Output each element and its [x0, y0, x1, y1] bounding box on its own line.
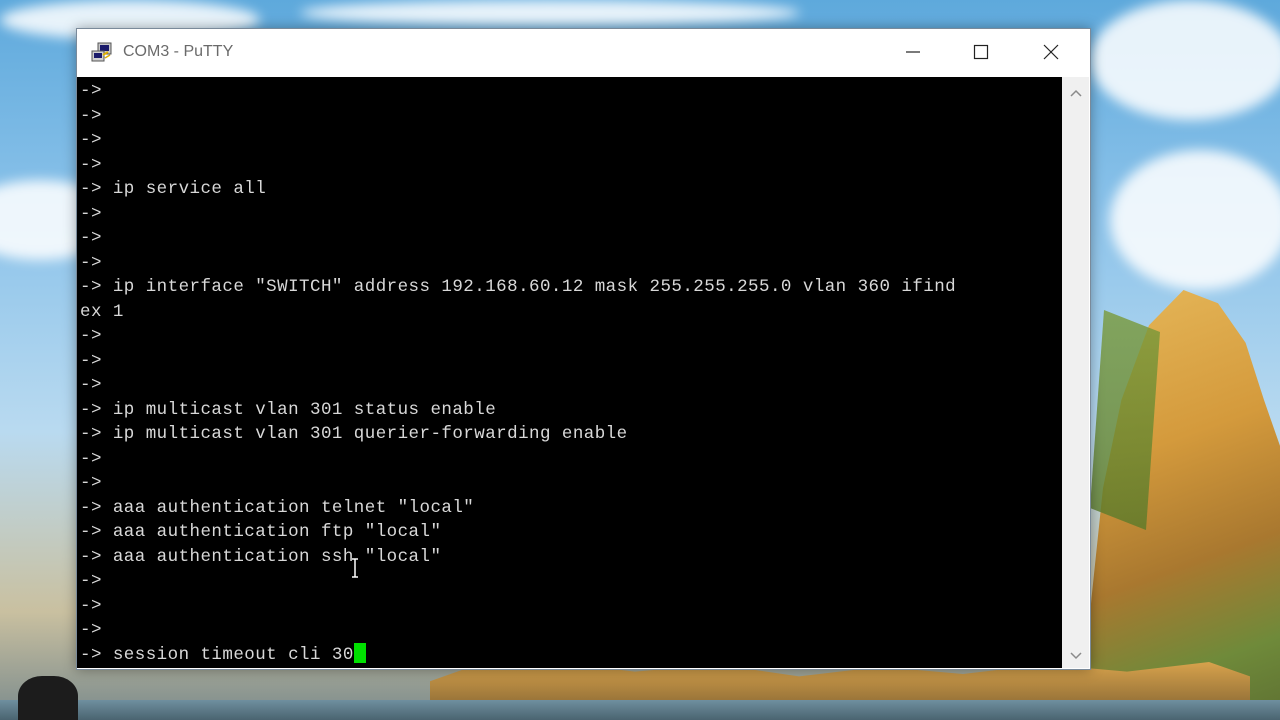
putty-icon[interactable]: [91, 42, 113, 64]
chevron-down-icon: [1069, 645, 1082, 664]
close-icon: [1043, 44, 1059, 60]
terminal-line: -> ip multicast vlan 301 status enable: [80, 399, 497, 420]
maximize-icon: [973, 44, 989, 60]
text-cursor-icon: [351, 558, 359, 578]
title-bar[interactable]: COM3 - PuTTY: [77, 29, 1090, 77]
sea: [0, 700, 1280, 720]
terminal-line: ->: [80, 571, 102, 591]
terminal-line: ex 1: [80, 301, 124, 322]
terminal-cursor: [353, 642, 366, 663]
terminal-area[interactable]: -> -> -> -> -> ip service all -> -> -> -> ip int…: [77, 77, 1062, 668]
scroll-down-button[interactable]: [1062, 640, 1089, 668]
terminal-line: -> aaa authentication ftp "local": [80, 522, 442, 542]
terminal-output: -> -> -> -> -> ip service all -> -> -> -> ip int…: [80, 79, 956, 667]
terminal-line: ->: [80, 350, 102, 371]
cloud: [1110, 150, 1280, 290]
terminal-line: ->: [80, 473, 102, 493]
minimize-icon: [905, 44, 921, 60]
scroll-up-button[interactable]: [1062, 77, 1089, 105]
terminal-line: -> ip multicast vlan 301 querier-forward…: [80, 424, 628, 444]
terminal-line: ->: [80, 105, 102, 126]
terminal-current-line: -> session timeout cli 30: [80, 642, 956, 668]
terminal-line: -> aaa authentication ssh "local": [80, 546, 442, 567]
close-button[interactable]: [1017, 29, 1085, 75]
terminal-line: ->: [80, 252, 102, 273]
cloud: [300, 0, 800, 26]
terminal-line: -> ip interface "SWITCH" address 192.168…: [80, 277, 957, 297]
putty-window: COM3 - PuTTY -> -> -> -> -> ip service all ->…: [76, 28, 1091, 670]
terminal-line: ->: [80, 130, 102, 150]
window-title: COM3 - PuTTY: [123, 43, 234, 60]
terminal-line: ->: [80, 448, 102, 469]
terminal-line: ->: [80, 154, 102, 175]
terminal-current-command: -> session timeout cli 30: [80, 644, 354, 665]
terminal-line: ->: [80, 81, 102, 101]
terminal-line: ->: [80, 595, 102, 616]
cloud: [1090, 0, 1280, 120]
maximize-button[interactable]: [947, 29, 1015, 75]
terminal-line: ->: [80, 203, 102, 224]
terminal-line: ->: [80, 326, 102, 346]
terminal-line: -> ip service all: [80, 179, 267, 199]
terminal-line: ->: [80, 620, 102, 640]
terminal-line: -> aaa authentication telnet "local": [80, 497, 475, 518]
minimize-button[interactable]: [879, 29, 947, 75]
terminal-line: ->: [80, 375, 102, 395]
person-silhouette: [18, 676, 78, 720]
vertical-scrollbar[interactable]: [1062, 77, 1089, 668]
terminal-line: ->: [80, 228, 102, 248]
chevron-up-icon: [1069, 82, 1082, 101]
